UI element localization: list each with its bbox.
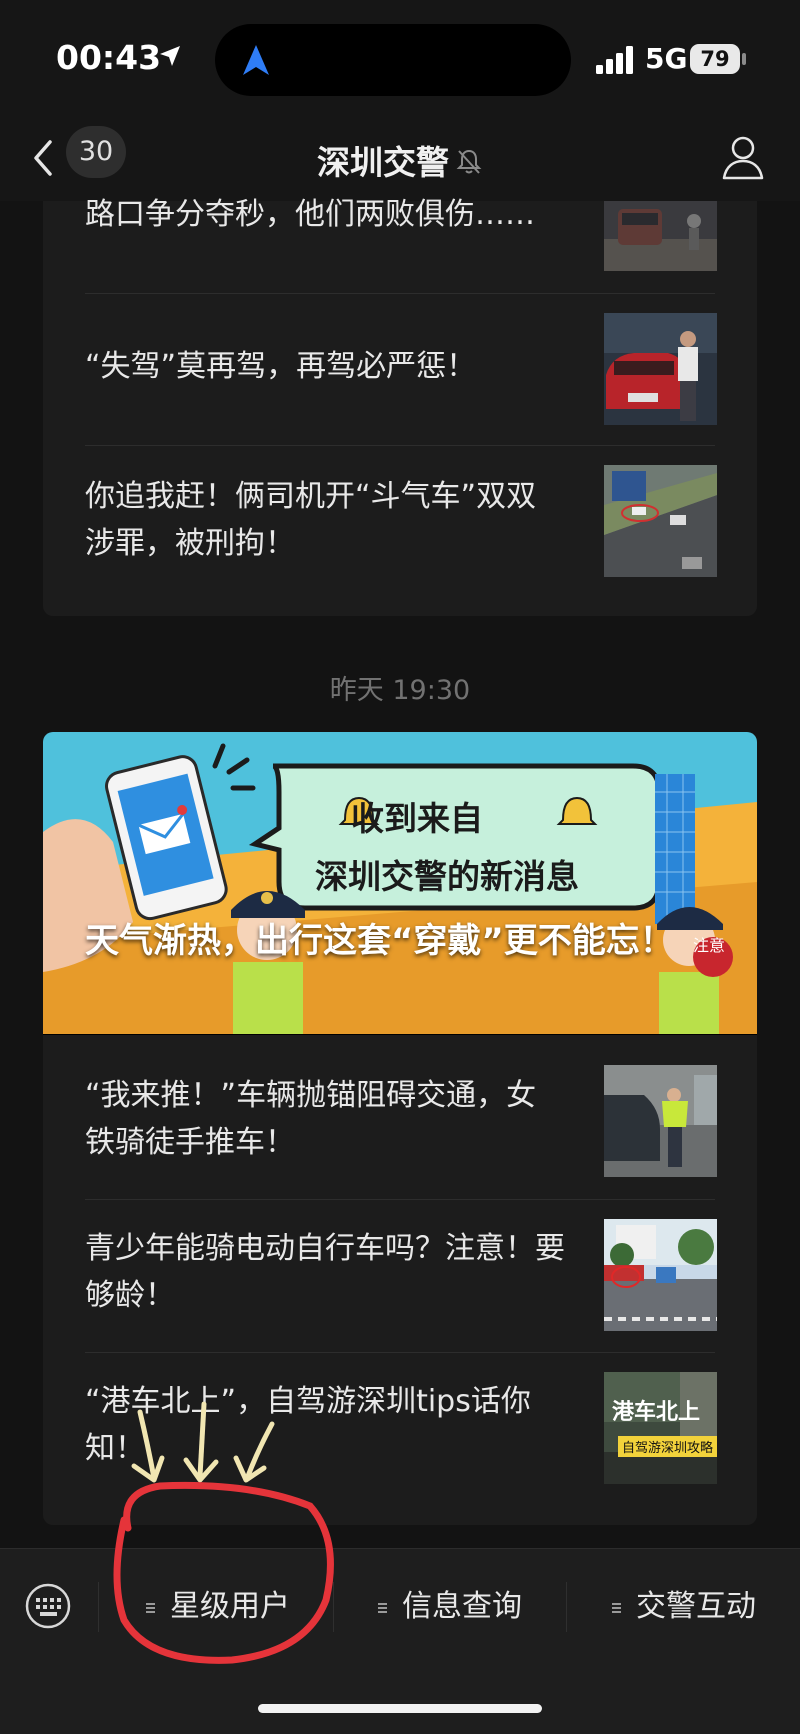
thumbnail-image (604, 1219, 717, 1331)
article-title[interactable]: “港车北上”，自驾游深圳tips话你知！ (85, 1378, 565, 1472)
menu-item-star-user[interactable]: 星级用户 (146, 1584, 290, 1630)
menu-divider (566, 1582, 567, 1632)
keyboard-icon[interactable] (24, 1582, 72, 1630)
battery-level: 79 (690, 44, 740, 74)
status-time: 00:43 (56, 38, 162, 77)
network-type: 5G (645, 42, 688, 75)
signal-bars-icon (596, 46, 633, 74)
navigation-arrow-icon (243, 45, 269, 75)
menu-lines-icon (146, 1602, 155, 1613)
banner-article[interactable]: 收到来自 深圳交警的新消息 注意 天气渐热，出行这套“穿戴”更不能忘！ (43, 732, 757, 1036)
divider (85, 445, 715, 446)
menu-lines-icon (378, 1602, 387, 1613)
battery-nub (742, 53, 746, 65)
bell-muted-icon (456, 149, 482, 174)
menu-item-info-query[interactable]: 信息查询 (378, 1584, 522, 1630)
divider (85, 1199, 715, 1200)
page-title: 深圳交警 (317, 143, 449, 182)
menu-item-label: 星级用户 (170, 1589, 290, 1624)
banner-title: 天气渐热，出行这套“穿戴”更不能忘！ (85, 921, 674, 961)
menu-item-label: 交警互动 (636, 1589, 756, 1624)
article-group-2: 收到来自 深圳交警的新消息 注意 天气渐热，出行这套“穿戴”更不能忘！ “我来推… (43, 732, 757, 1525)
thumbnail-caption: 港车北上 (612, 1400, 701, 1425)
banner-warning-tag: 注意 (693, 936, 726, 955)
article-title[interactable]: “失驾”莫再驾，再驾必严惩！ (85, 343, 565, 390)
menu-item-label: 信息查询 (402, 1589, 522, 1624)
location-arrow-icon (160, 46, 180, 66)
home-indicator[interactable] (258, 1704, 542, 1713)
article-title[interactable]: 青少年能骑电动自行车吗？注意！要够龄！ (85, 1225, 565, 1319)
menu-divider (98, 1582, 99, 1632)
title-area: 深圳交警 (0, 118, 800, 198)
article-thumbnail[interactable] (604, 465, 717, 577)
menu-lines-icon (612, 1602, 621, 1613)
banner-speech-line: 收到来自 (351, 799, 483, 838)
article-thumbnail[interactable]: 港车北上 自驾游深圳攻略 (604, 1372, 717, 1484)
thumbnail-image (604, 201, 717, 271)
divider (85, 1352, 715, 1353)
thumbnail-image (604, 465, 717, 577)
article-thumbnail[interactable] (604, 1065, 717, 1177)
menu-item-police-interaction[interactable]: 交警互动 (612, 1584, 756, 1630)
article-thumbnail[interactable] (604, 201, 717, 271)
divider (85, 293, 715, 294)
thumbnail-image (604, 313, 717, 425)
thumbnail-image (604, 1065, 717, 1177)
thumbnail-image (604, 1372, 717, 1484)
thumbnail-caption: 自驾游深圳攻略 (618, 1436, 717, 1457)
article-title[interactable]: 你追我赶！俩司机开“斗气车”双双涉罪，被刑拘！ (85, 473, 565, 567)
banner-speech-line: 深圳交警的新消息 (315, 857, 579, 896)
article-title[interactable]: 路口争分夺秒，他们两败俱伤…… (85, 191, 565, 238)
article-thumbnail[interactable] (604, 1219, 717, 1331)
article-group-1: 路口争分夺秒，他们两败俱伤…… “失驾”莫再驾，再驾必严惩！ 你追我赶！俩司机开… (43, 197, 757, 616)
article-thumbnail[interactable] (604, 313, 717, 425)
article-title[interactable]: “我来推！”车辆抛锚阻碍交通，女铁骑徒手推车！ (85, 1072, 565, 1166)
message-timestamp: 昨天 19:30 (329, 675, 471, 706)
menu-divider (333, 1582, 334, 1632)
profile-icon[interactable] (718, 132, 768, 182)
status-bar: 00:43 5G 79 (0, 0, 800, 118)
